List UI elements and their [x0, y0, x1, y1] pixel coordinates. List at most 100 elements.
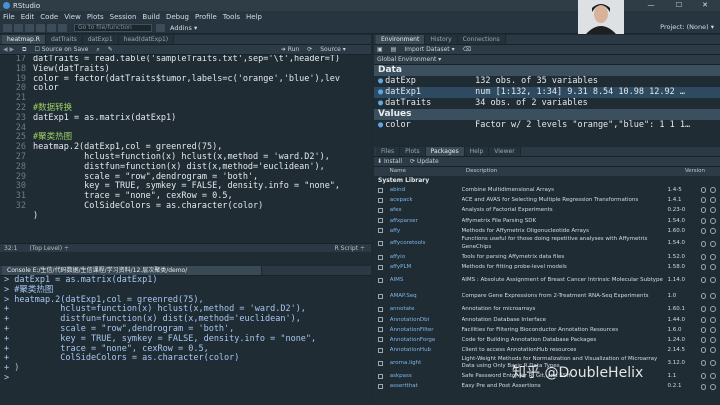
remove-package-icon[interactable]: [710, 187, 716, 194]
editor-tab[interactable]: datExp1: [82, 35, 119, 44]
package-checkbox[interactable]: [378, 277, 383, 283]
remove-package-icon[interactable]: [710, 207, 716, 214]
remove-package-icon[interactable]: [710, 336, 716, 343]
remove-package-icon[interactable]: [710, 217, 716, 224]
package-info-icon[interactable]: [700, 254, 707, 261]
import-dataset-button[interactable]: Import Dataset ▾: [404, 46, 454, 53]
menu-plots[interactable]: Plots: [87, 13, 104, 21]
package-info-icon[interactable]: [700, 336, 707, 343]
package-checkbox[interactable]: [378, 197, 383, 203]
package-checkbox[interactable]: [378, 187, 383, 193]
expand-icon[interactable]: ●: [378, 76, 383, 87]
package-info-icon[interactable]: [700, 227, 707, 234]
package-info-icon[interactable]: [700, 277, 707, 284]
minimize-button[interactable]: —: [636, 0, 666, 11]
package-checkbox[interactable]: [378, 384, 383, 390]
scope-selector[interactable]: (Top Level) ÷: [29, 245, 69, 252]
code-line[interactable]: [33, 222, 340, 232]
expand-icon[interactable]: ●: [378, 120, 383, 131]
wand-icon[interactable]: ✎: [108, 46, 113, 53]
package-info-icon[interactable]: [700, 316, 707, 323]
install-button[interactable]: ⬇ Install: [377, 158, 402, 165]
package-name-link[interactable]: AnnotationFilter: [390, 325, 462, 335]
code-area[interactable]: 17 18 19 20 21 22 23 24 25 26 27 28 29 30 31 32 datTrai…: [0, 55, 371, 243]
tab-history[interactable]: History: [425, 35, 458, 44]
package-name-link[interactable]: aroma.light: [390, 360, 462, 368]
package-checkbox[interactable]: [378, 293, 383, 299]
remove-package-icon[interactable]: [710, 240, 716, 247]
tab-packages[interactable]: Packages: [425, 147, 465, 156]
package-info-icon[interactable]: [700, 360, 707, 367]
package-name-link[interactable]: AnnotationForge: [390, 335, 462, 345]
remove-package-icon[interactable]: [710, 293, 716, 300]
menu-tools[interactable]: Tools: [223, 13, 240, 21]
code-line[interactable]: ColSideColors = as.character(color): [33, 201, 340, 212]
package-name-link[interactable]: acepack: [390, 195, 462, 205]
rerun-button[interactable]: ⟳: [307, 46, 312, 53]
env-row[interactable]: ● datExp1 num [1:132, 1:34] 9.31 8.54 10.…: [374, 87, 720, 98]
source-button[interactable]: Source ▾: [320, 46, 346, 53]
tab-environment[interactable]: Environment: [376, 35, 426, 44]
package-name-link[interactable]: AnnotationHub: [390, 345, 462, 355]
package-info-icon[interactable]: [700, 207, 707, 214]
package-info-icon[interactable]: [700, 197, 707, 204]
package-name-link[interactable]: AMAP.Seq: [390, 293, 462, 301]
source-on-save-checkbox[interactable]: ☐ Source on Save: [34, 46, 88, 53]
package-checkbox[interactable]: [378, 347, 383, 353]
remove-package-icon[interactable]: [710, 326, 716, 333]
save-all-icon[interactable]: [47, 23, 56, 32]
remove-package-icon[interactable]: [710, 264, 716, 271]
menu-file[interactable]: File: [3, 13, 15, 21]
code-line[interactable]: color: [33, 84, 340, 94]
code-line[interactable]: [33, 124, 340, 134]
code-line[interactable]: datExp1 = as.matrix(datExp1): [33, 113, 340, 124]
code-line[interactable]: ): [33, 211, 340, 222]
package-name-link[interactable]: AIMS: [390, 277, 462, 285]
package-name-link[interactable]: annotate: [390, 304, 462, 314]
remove-package-icon[interactable]: [710, 347, 716, 354]
package-name-link[interactable]: affxparser: [390, 216, 462, 226]
package-info-icon[interactable]: [700, 187, 707, 194]
addins-menu[interactable]: Addins ▾: [170, 24, 197, 32]
show-in-window-icon[interactable]: ⧉: [22, 46, 26, 54]
package-checkbox[interactable]: [378, 337, 383, 343]
tab-connections[interactable]: Connections: [457, 35, 506, 44]
menu-help[interactable]: Help: [246, 13, 262, 21]
editor-tab[interactable]: datTraits: [45, 35, 83, 44]
package-name-link[interactable]: askpass: [390, 371, 462, 381]
broom-icon[interactable]: ⌫: [463, 46, 471, 53]
remove-package-icon[interactable]: [710, 277, 716, 284]
package-info-icon[interactable]: [700, 373, 707, 380]
workspace-panes-icon[interactable]: [156, 23, 165, 32]
package-info-icon[interactable]: [700, 347, 707, 354]
save-workspace-icon[interactable]: ▤: [391, 46, 397, 53]
package-checkbox[interactable]: [378, 317, 383, 323]
menu-build[interactable]: Build: [142, 13, 160, 21]
file-type-selector[interactable]: R Script ÷: [335, 245, 365, 252]
remove-package-icon[interactable]: [710, 306, 716, 313]
env-row[interactable]: ● color Factor w/ 2 levels "orange","blue…: [374, 120, 720, 131]
new-file-icon[interactable]: [3, 23, 12, 32]
package-checkbox[interactable]: [378, 218, 383, 224]
package-name-link[interactable]: affyPLM: [390, 262, 462, 272]
update-button[interactable]: ⟳ Update: [410, 158, 439, 165]
package-checkbox[interactable]: [378, 327, 383, 333]
tab-files[interactable]: Files: [376, 147, 401, 156]
package-info-icon[interactable]: [700, 326, 707, 333]
open-file-icon[interactable]: [25, 23, 34, 32]
package-info-icon[interactable]: [700, 306, 707, 313]
tab-viewer[interactable]: Viewer: [489, 147, 521, 156]
package-name-link[interactable]: affycoretools: [390, 240, 462, 248]
save-icon[interactable]: [36, 23, 45, 32]
code-lines[interactable]: datTraits = read.table('sampleTraits.txt…: [33, 55, 340, 231]
package-checkbox[interactable]: [378, 228, 383, 234]
package-checkbox[interactable]: [378, 373, 383, 379]
new-project-icon[interactable]: [14, 23, 23, 32]
package-checkbox[interactable]: [378, 306, 383, 312]
package-checkbox[interactable]: [378, 264, 383, 270]
code-line[interactable]: color = factor(datTraits$tumor,labels=c(…: [33, 74, 340, 85]
editor-tab[interactable]: heatmap.R: [2, 35, 46, 44]
package-info-icon[interactable]: [700, 217, 707, 224]
column-description[interactable]: Description: [466, 167, 685, 176]
menu-code[interactable]: Code: [40, 13, 58, 21]
